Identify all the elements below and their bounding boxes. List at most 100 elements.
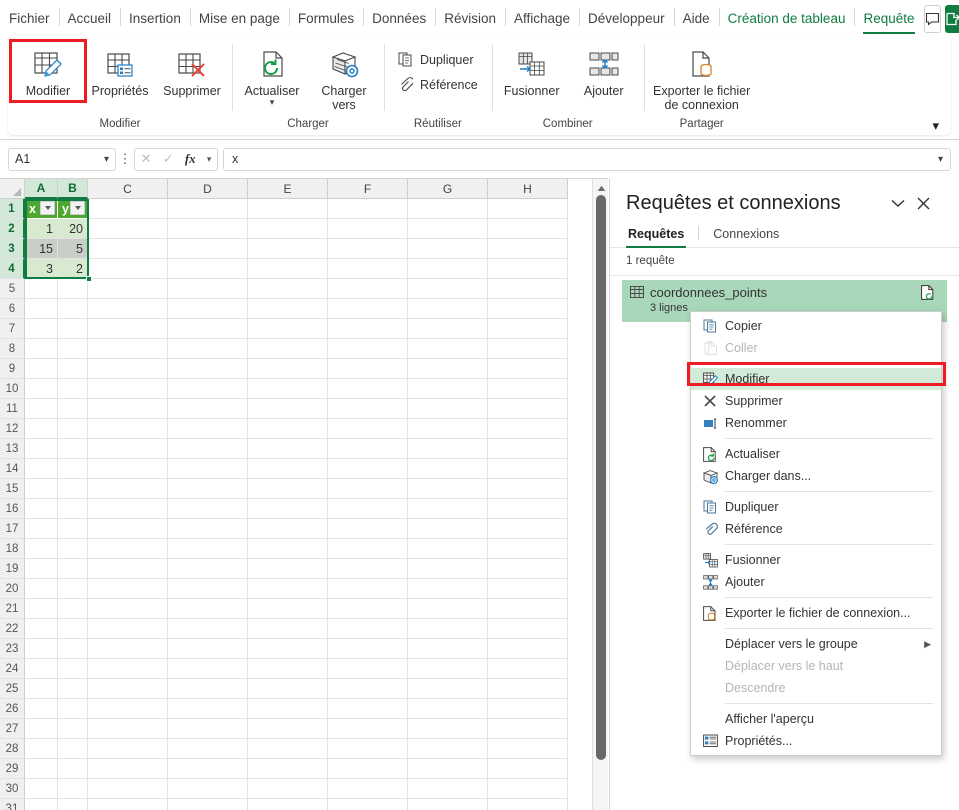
cell-A2[interactable]: 1	[25, 219, 58, 239]
row-header-18[interactable]: 18	[0, 539, 25, 559]
row-header-27[interactable]: 27	[0, 719, 25, 739]
context-menu-item[interactable]: Actualiser	[691, 443, 941, 465]
row-header-5[interactable]: 5	[0, 279, 25, 299]
context-menu-item[interactable]: Dupliquer	[691, 496, 941, 518]
cell-C15[interactable]	[88, 479, 168, 499]
ribbon-tab-accueil[interactable]: Accueil	[58, 5, 121, 33]
cell-G13[interactable]	[408, 439, 488, 459]
cell-G21[interactable]	[408, 599, 488, 619]
cell-F27[interactable]	[328, 719, 408, 739]
formula-bar-handle[interactable]: ⋮	[116, 151, 134, 167]
cell-H10[interactable]	[488, 379, 568, 399]
cell-H18[interactable]	[488, 539, 568, 559]
cell-E17[interactable]	[248, 519, 328, 539]
cell-A4[interactable]: 3	[25, 259, 58, 279]
cell-B11[interactable]	[58, 399, 88, 419]
cell-F20[interactable]	[328, 579, 408, 599]
cell-A28[interactable]	[25, 739, 58, 759]
cell-G18[interactable]	[408, 539, 488, 559]
cell-D24[interactable]	[168, 659, 248, 679]
context-menu-item[interactable]: Afficher l'aperçu	[691, 708, 941, 730]
cell-B21[interactable]	[58, 599, 88, 619]
row-header-30[interactable]: 30	[0, 779, 25, 799]
cell-B7[interactable]	[58, 319, 88, 339]
cell-E25[interactable]	[248, 679, 328, 699]
context-menu-item[interactable]: Copier	[691, 315, 941, 337]
ribbon-button-charger-vers[interactable]: Charger vers	[308, 42, 380, 114]
cell-A10[interactable]	[25, 379, 58, 399]
cell-E12[interactable]	[248, 419, 328, 439]
cell-D10[interactable]	[168, 379, 248, 399]
cell-H5[interactable]	[488, 279, 568, 299]
name-box[interactable]: A1 ▾	[8, 147, 116, 171]
cell-F26[interactable]	[328, 699, 408, 719]
cell-F7[interactable]	[328, 319, 408, 339]
ribbon-tab-affichage[interactable]: Affichage	[504, 5, 579, 33]
spreadsheet-grid[interactable]: A B C D E F G H 1 2 3 4 5 6 7 8 9 10 11 12 13 14 15 16 1…	[0, 178, 608, 810]
cell-D6[interactable]	[168, 299, 248, 319]
cell-E11[interactable]	[248, 399, 328, 419]
cell-F18[interactable]	[328, 539, 408, 559]
column-header-f[interactable]: F	[328, 179, 408, 199]
cell-E13[interactable]	[248, 439, 328, 459]
cell-C20[interactable]	[88, 579, 168, 599]
row-header-22[interactable]: 22	[0, 619, 25, 639]
cell-D28[interactable]	[168, 739, 248, 759]
cell-F16[interactable]	[328, 499, 408, 519]
cell-A7[interactable]	[25, 319, 58, 339]
cell-B24[interactable]	[58, 659, 88, 679]
cell-C19[interactable]	[88, 559, 168, 579]
cell-C2[interactable]	[88, 219, 168, 239]
cell-C29[interactable]	[88, 759, 168, 779]
cell-B22[interactable]	[58, 619, 88, 639]
cell-D14[interactable]	[168, 459, 248, 479]
cell-B6[interactable]	[58, 299, 88, 319]
cell-A13[interactable]	[25, 439, 58, 459]
ribbon-tab-creation-de-tableau[interactable]: Création de tableau	[718, 5, 855, 33]
ribbon-tab-requete[interactable]: Requête	[854, 5, 923, 34]
cell-B14[interactable]	[58, 459, 88, 479]
cell-B5[interactable]	[58, 279, 88, 299]
filter-dropdown-icon[interactable]	[40, 201, 55, 215]
row-header-28[interactable]: 28	[0, 739, 25, 759]
ribbon-tab-revision[interactable]: Révision	[435, 5, 505, 33]
cell-B26[interactable]	[58, 699, 88, 719]
cell-A30[interactable]	[25, 779, 58, 799]
cell-H14[interactable]	[488, 459, 568, 479]
ribbon-tab-insertion[interactable]: Insertion	[120, 5, 190, 33]
row-header-23[interactable]: 23	[0, 639, 25, 659]
cell-B28[interactable]	[58, 739, 88, 759]
cell-G5[interactable]	[408, 279, 488, 299]
cell-G19[interactable]	[408, 559, 488, 579]
cell-D31[interactable]	[168, 799, 248, 810]
cell-G29[interactable]	[408, 759, 488, 779]
cell-G15[interactable]	[408, 479, 488, 499]
cell-A11[interactable]	[25, 399, 58, 419]
cell-H28[interactable]	[488, 739, 568, 759]
cancel-icon[interactable]: ✕	[141, 151, 152, 167]
row-header-21[interactable]: 21	[0, 599, 25, 619]
cell-C22[interactable]	[88, 619, 168, 639]
cell-F28[interactable]	[328, 739, 408, 759]
ribbon-tab-aide[interactable]: Aide	[673, 5, 719, 33]
cell-D22[interactable]	[168, 619, 248, 639]
cell-E18[interactable]	[248, 539, 328, 559]
cell-E28[interactable]	[248, 739, 328, 759]
cell-H27[interactable]	[488, 719, 568, 739]
cell-E9[interactable]	[248, 359, 328, 379]
ribbon-tab-developpeur[interactable]: Développeur	[579, 5, 674, 33]
cell-B10[interactable]	[58, 379, 88, 399]
ribbon-button-reference[interactable]: Référence	[394, 75, 482, 94]
cell-H3[interactable]	[488, 239, 568, 259]
row-header-24[interactable]: 24	[0, 659, 25, 679]
cell-F2[interactable]	[328, 219, 408, 239]
filter-dropdown-icon[interactable]	[70, 201, 85, 215]
row-header-12[interactable]: 12	[0, 419, 25, 439]
cell-A3[interactable]: 15	[25, 239, 58, 259]
cell-D7[interactable]	[168, 319, 248, 339]
cell-E4[interactable]	[248, 259, 328, 279]
ribbon-tab-formules[interactable]: Formules	[288, 5, 363, 33]
cell-B19[interactable]	[58, 559, 88, 579]
cell-F25[interactable]	[328, 679, 408, 699]
cell-D20[interactable]	[168, 579, 248, 599]
